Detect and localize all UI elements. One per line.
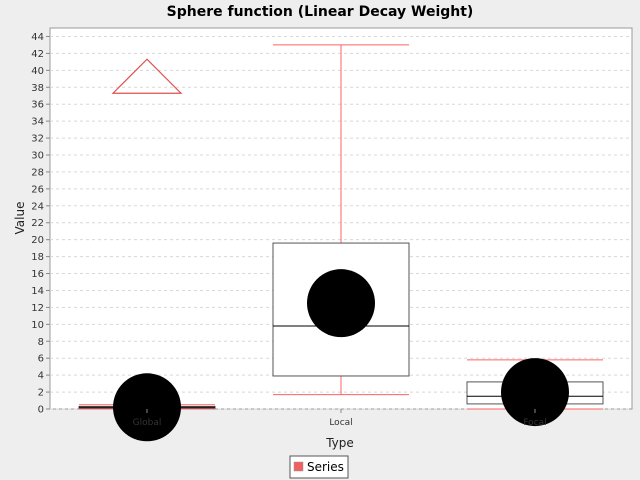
y-tick-label: 14: [31, 286, 44, 297]
legend-label: Series: [307, 460, 344, 474]
y-tick-label: 44: [31, 32, 44, 43]
y-tick-label: 0: [38, 405, 44, 416]
y-tick-label: 22: [31, 218, 44, 229]
y-tick-label: 2: [38, 388, 44, 399]
y-tick-label: 32: [31, 134, 44, 145]
y-tick-label: 16: [31, 269, 44, 280]
mean-marker: [307, 269, 375, 338]
y-tick-label: 10: [31, 320, 44, 331]
x-axis-label: Type: [325, 436, 354, 450]
y-tick-label: 42: [31, 49, 44, 60]
x-tick-label: Focal: [523, 418, 546, 428]
y-tick-label: 8: [38, 337, 44, 348]
y-tick-label: 12: [31, 303, 44, 314]
x-tick-label: Local: [329, 418, 352, 428]
y-tick-label: 40: [31, 66, 44, 77]
y-tick-label: 36: [31, 100, 44, 111]
y-tick-label: 20: [31, 235, 44, 246]
y-tick-label: 4: [38, 371, 44, 382]
y-tick-label: 26: [31, 184, 44, 195]
chart-title: Sphere function (Linear Decay Weight): [167, 4, 474, 20]
y-tick-label: 34: [31, 117, 44, 128]
y-tick-label: 30: [31, 151, 44, 162]
mean-marker: [113, 373, 181, 442]
y-tick-label: 18: [31, 252, 44, 263]
box-plot-chart: Sphere function (Linear Decay Weight) 0 2…: [13, 4, 633, 479]
y-tick-label: 28: [31, 167, 44, 178]
x-axis-ticks: Global Local Focal: [133, 409, 547, 428]
x-tick-label: Global: [133, 418, 162, 428]
y-tick-label: 24: [31, 201, 44, 212]
y-axis-ticks: 0246810121416182022242628303234363840424…: [31, 32, 50, 416]
y-tick-label: 6: [38, 354, 44, 365]
legend-swatch: [293, 461, 304, 472]
mean-marker: [501, 358, 569, 427]
legend: Series: [289, 455, 349, 479]
y-axis-label: Value: [13, 202, 27, 235]
y-tick-label: 38: [31, 83, 44, 94]
